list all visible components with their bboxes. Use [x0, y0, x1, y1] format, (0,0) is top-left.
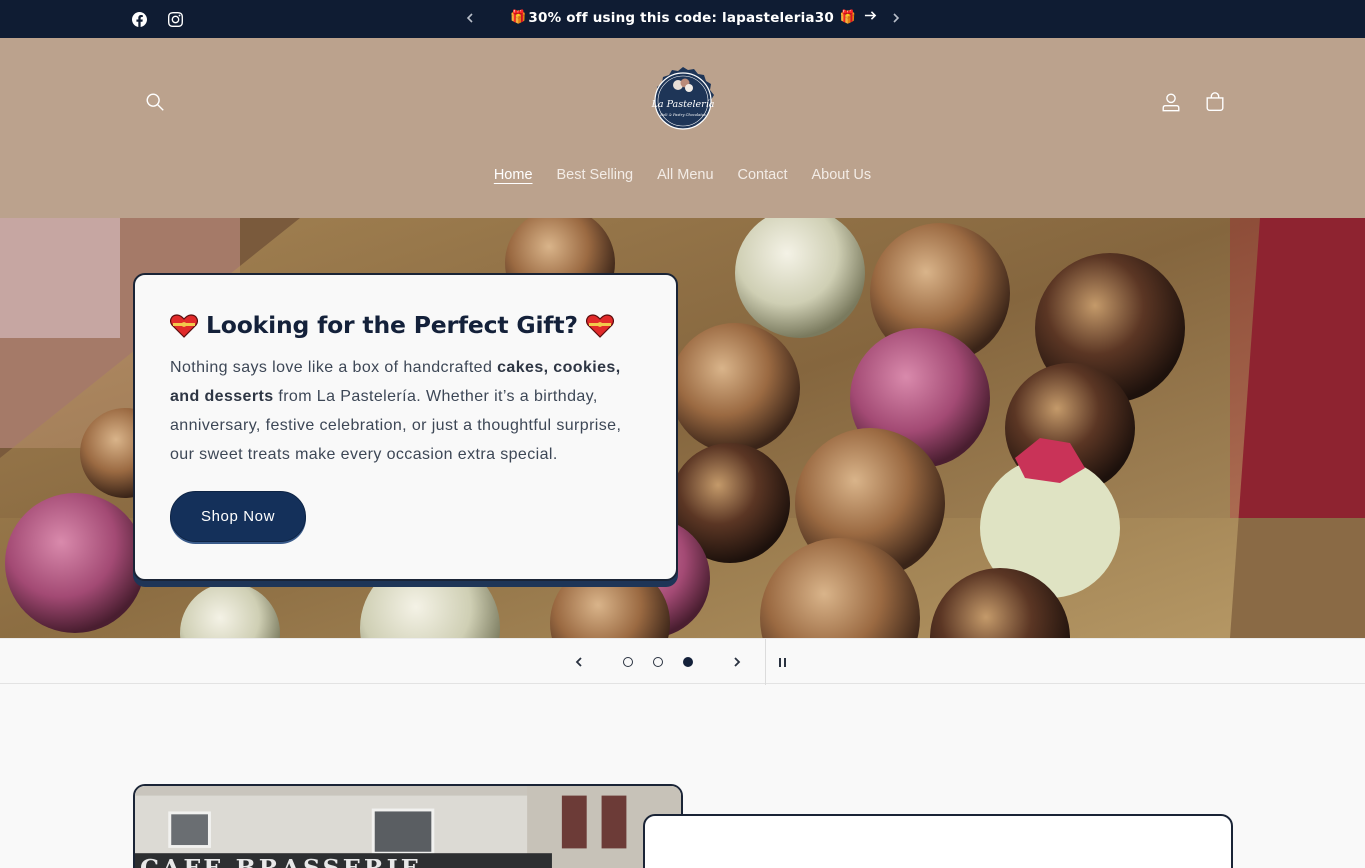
- pause-icon: [778, 657, 781, 667]
- controls-divider: [765, 639, 766, 685]
- nav-home[interactable]: Home: [494, 167, 533, 183]
- announcement-prev-button[interactable]: [460, 8, 480, 28]
- announcement-message[interactable]: 🎁 30% off using this code: lapasteleria3…: [510, 9, 877, 26]
- gift-icon: 🎁: [510, 10, 527, 25]
- logo-subtext: Deli & Pastry Chocolates: [659, 113, 706, 117]
- hero-content-card: Looking for the Perfect Gift? Nothing sa…: [133, 273, 678, 581]
- slide-dot-3[interactable]: [683, 657, 693, 667]
- nav-all-menu[interactable]: All Menu: [657, 167, 713, 183]
- cart-icon[interactable]: [1201, 88, 1229, 116]
- hero-title: Looking for the Perfect Gift?: [170, 311, 641, 339]
- slide-dot-2[interactable]: [653, 657, 663, 667]
- story-card: [643, 814, 1233, 868]
- svg-text:CAFE BRASSERIE: CAFE BRASSERIE: [140, 855, 422, 868]
- slide-next-button[interactable]: [727, 652, 747, 672]
- nav-contact[interactable]: Contact: [738, 167, 788, 183]
- hero-slideshow: Looking for the Perfect Gift? Nothing sa…: [0, 218, 1365, 638]
- search-icon[interactable]: [141, 88, 169, 116]
- main-nav: Home Best Selling All Menu Contact About…: [0, 167, 1365, 183]
- announcement-bar: 🎁 30% off using this code: lapasteleria3…: [0, 0, 1365, 38]
- slide-dot-1[interactable]: [623, 657, 633, 667]
- slide-prev-button[interactable]: [569, 652, 589, 672]
- hero-description: Nothing says love like a box of handcraf…: [170, 353, 641, 469]
- logo-text: La Pastelería: [651, 99, 715, 110]
- arrow-right-icon: [864, 9, 877, 26]
- pause-button[interactable]: [772, 652, 792, 672]
- site-header: La Pastelería Deli & Pastry Chocolates H…: [0, 38, 1365, 218]
- logo[interactable]: La Pastelería Deli & Pastry Chocolates: [648, 66, 718, 136]
- nav-best-selling[interactable]: Best Selling: [557, 167, 634, 183]
- instagram-icon[interactable]: [165, 9, 185, 29]
- gift-icon: 🎁: [839, 10, 857, 25]
- shop-now-button[interactable]: Shop Now: [170, 491, 307, 542]
- slideshow-controls: [0, 638, 1365, 685]
- heart-icon: [585, 313, 614, 338]
- hero-title-text: Looking for the Perfect Gift?: [206, 311, 578, 339]
- announcement-next-button[interactable]: [886, 8, 906, 28]
- hero-text-part: Nothing says love like a box of handcraf…: [170, 359, 498, 376]
- heart-icon: [170, 313, 198, 338]
- facebook-icon[interactable]: [129, 9, 149, 29]
- nav-about-us[interactable]: About Us: [812, 167, 872, 183]
- account-icon[interactable]: [1157, 88, 1185, 116]
- announcement-text: 30% off using this code: lapasteleria30: [528, 9, 834, 26]
- cafe-image: CAFE BRASSERIE: [133, 784, 683, 868]
